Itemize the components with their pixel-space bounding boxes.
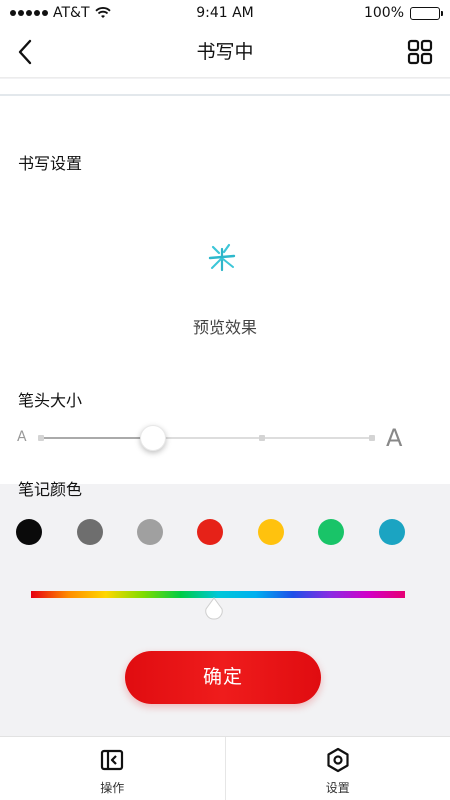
settings-hexagon-icon bbox=[327, 747, 349, 773]
brush-preview-glyph bbox=[208, 243, 236, 272]
color-swatch-black[interactable] bbox=[16, 519, 42, 545]
color-swatch-cyan[interactable] bbox=[379, 519, 405, 545]
spectrum-thumb[interactable] bbox=[203, 597, 225, 621]
battery-percent: 100% bbox=[363, 5, 404, 21]
pen-size-title: 笔头大小 bbox=[18, 391, 83, 410]
signal-icon bbox=[10, 10, 48, 16]
tab-bar: 操作 设置 bbox=[0, 736, 450, 800]
tab-operation[interactable]: 操作 bbox=[0, 737, 225, 800]
size-small-label: A bbox=[17, 429, 27, 445]
status-right: 100% bbox=[363, 5, 443, 21]
page-title: 书写中 bbox=[196, 41, 254, 63]
wifi-icon bbox=[94, 7, 111, 18]
size-tick bbox=[38, 435, 44, 441]
color-swatch-dark-gray[interactable] bbox=[77, 519, 103, 545]
size-tick bbox=[259, 435, 265, 441]
battery-icon bbox=[410, 6, 443, 20]
confirm-button[interactable]: 确定 bbox=[125, 651, 321, 704]
pen-color-title: 笔记颜色 bbox=[18, 480, 83, 499]
size-slider-fill bbox=[40, 437, 154, 439]
preview-label: 预览效果 bbox=[192, 318, 257, 337]
writing-settings-title: 书写设置 bbox=[18, 154, 83, 173]
operation-icon bbox=[101, 749, 124, 771]
color-swatch-red[interactable] bbox=[197, 519, 223, 545]
grid-menu-button[interactable] bbox=[406, 38, 434, 66]
color-swatch-yellow[interactable] bbox=[258, 519, 284, 545]
carrier-label: AT&T bbox=[53, 5, 90, 21]
back-button[interactable] bbox=[10, 34, 40, 70]
size-large-label: A bbox=[386, 424, 403, 452]
color-swatch-green[interactable] bbox=[318, 519, 344, 545]
status-bar: AT&T 9:41 AM 100% bbox=[0, 0, 450, 26]
tab-settings[interactable]: 设置 bbox=[224, 737, 450, 800]
tab-operation-label: 操作 bbox=[100, 781, 125, 795]
size-tick bbox=[369, 435, 375, 441]
nav-bar: 书写中 bbox=[0, 26, 450, 78]
tab-settings-label: 设置 bbox=[325, 781, 350, 795]
grid-icon bbox=[407, 39, 433, 65]
chevron-left-icon bbox=[18, 39, 32, 65]
color-swatch-light-gray[interactable] bbox=[137, 519, 163, 545]
status-left: AT&T bbox=[10, 5, 111, 21]
writing-canvas[interactable] bbox=[0, 79, 450, 96]
